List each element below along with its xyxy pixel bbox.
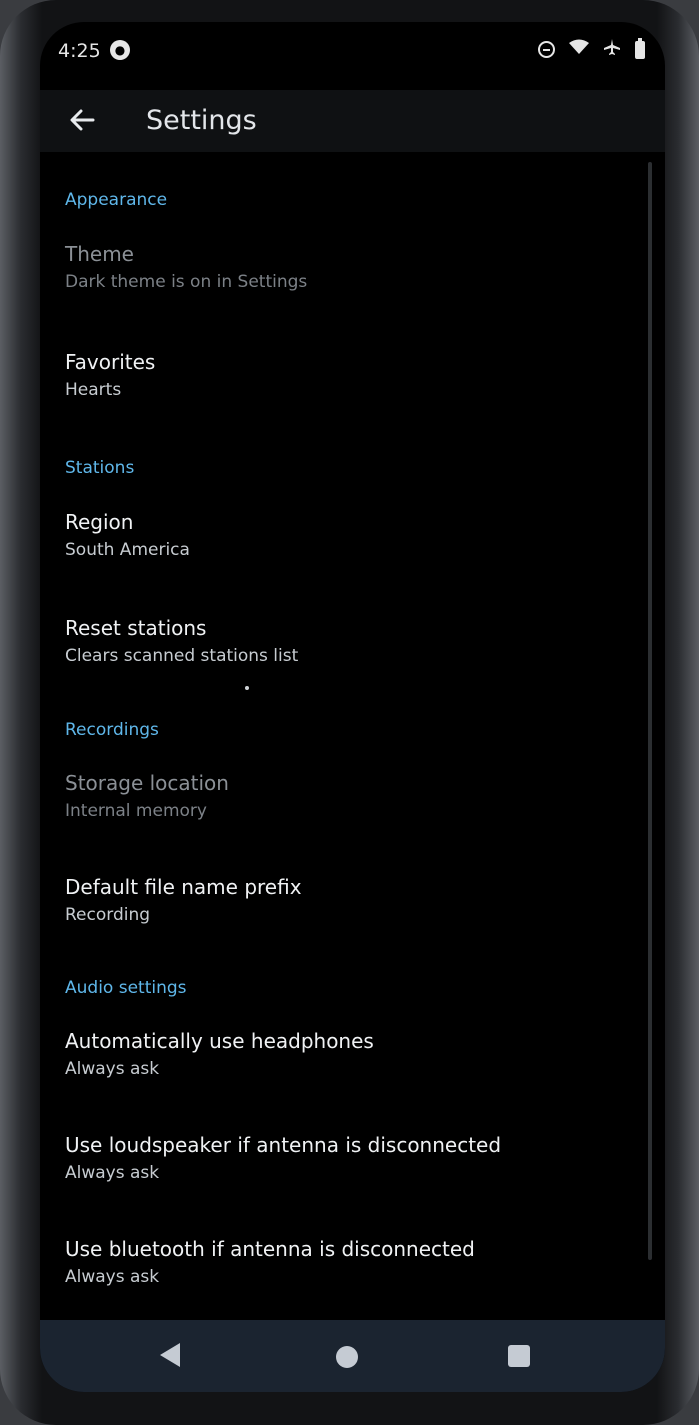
app-notification-icon: ● <box>110 40 130 60</box>
back-button[interactable] <box>64 102 100 138</box>
setting-favorites-summary: Hearts <box>65 380 122 400</box>
home-icon[interactable] <box>336 1346 358 1368</box>
nav-back-button[interactable] <box>156 1340 184 1370</box>
setting-storage-location[interactable]: Storage location Internal memory <box>65 771 229 821</box>
section-header-recordings: Recordings <box>65 720 159 740</box>
setting-auto-headphones-title: Automatically use headphones <box>65 1029 374 1053</box>
airplane-mode-icon <box>603 38 621 61</box>
setting-bluetooth-title: Use bluetooth if antenna is disconnected <box>65 1237 475 1261</box>
setting-auto-headphones[interactable]: Automatically use headphones Always ask <box>65 1029 374 1079</box>
setting-favorites-title: Favorites <box>65 350 156 374</box>
setting-bluetooth-summary: Always ask <box>65 1267 160 1287</box>
recents-icon[interactable] <box>508 1345 530 1367</box>
setting-file-name-prefix[interactable]: Default file name prefix Recording <box>65 875 302 925</box>
setting-theme[interactable]: Theme Dark theme is on in Settings <box>65 242 307 292</box>
status-icons <box>538 37 645 61</box>
section-header-stations: Stations <box>65 458 135 478</box>
setting-file-name-prefix-title: Default file name prefix <box>65 875 302 899</box>
setting-reset-stations-summary: Clears scanned stations list <box>65 646 299 666</box>
setting-reset-stations[interactable]: Reset stations Clears scanned stations l… <box>65 616 298 666</box>
top-app-bar <box>40 90 665 152</box>
setting-storage-location-summary: Internal memory <box>65 801 207 821</box>
setting-loudspeaker[interactable]: Use loudspeaker if antenna is disconnect… <box>65 1133 501 1183</box>
setting-reset-stations-title: Reset stations <box>65 616 207 640</box>
phone-screen: 4:25 ● Settings Appearance Theme Dark th… <box>40 22 665 1392</box>
touch-indicator <box>245 686 249 690</box>
setting-region[interactable]: Region South America <box>65 510 190 560</box>
setting-region-title: Region <box>65 510 134 534</box>
setting-theme-summary: Dark theme is on in Settings <box>65 272 308 292</box>
battery-icon <box>635 37 645 59</box>
section-header-audio: Audio settings <box>65 978 187 998</box>
setting-theme-title: Theme <box>65 242 134 266</box>
section-header-appearance: Appearance <box>65 190 168 210</box>
setting-region-summary: South America <box>65 540 190 560</box>
setting-bluetooth[interactable]: Use bluetooth if antenna is disconnected… <box>65 1237 475 1287</box>
setting-file-name-prefix-summary: Recording <box>65 905 151 925</box>
page-title: Settings <box>146 105 257 136</box>
setting-loudspeaker-title: Use loudspeaker if antenna is disconnect… <box>65 1133 502 1157</box>
setting-storage-location-title: Storage location <box>65 771 229 795</box>
arrow-back-icon <box>70 109 95 131</box>
back-icon <box>160 1343 180 1367</box>
setting-auto-headphones-summary: Always ask <box>65 1059 160 1079</box>
setting-loudspeaker-summary: Always ask <box>65 1163 160 1183</box>
setting-favorites[interactable]: Favorites Hearts <box>65 350 155 400</box>
status-time: 4:25 <box>58 40 101 62</box>
scrollbar[interactable] <box>648 162 652 1260</box>
wifi-icon <box>569 39 589 60</box>
do-not-disturb-icon <box>538 41 555 58</box>
